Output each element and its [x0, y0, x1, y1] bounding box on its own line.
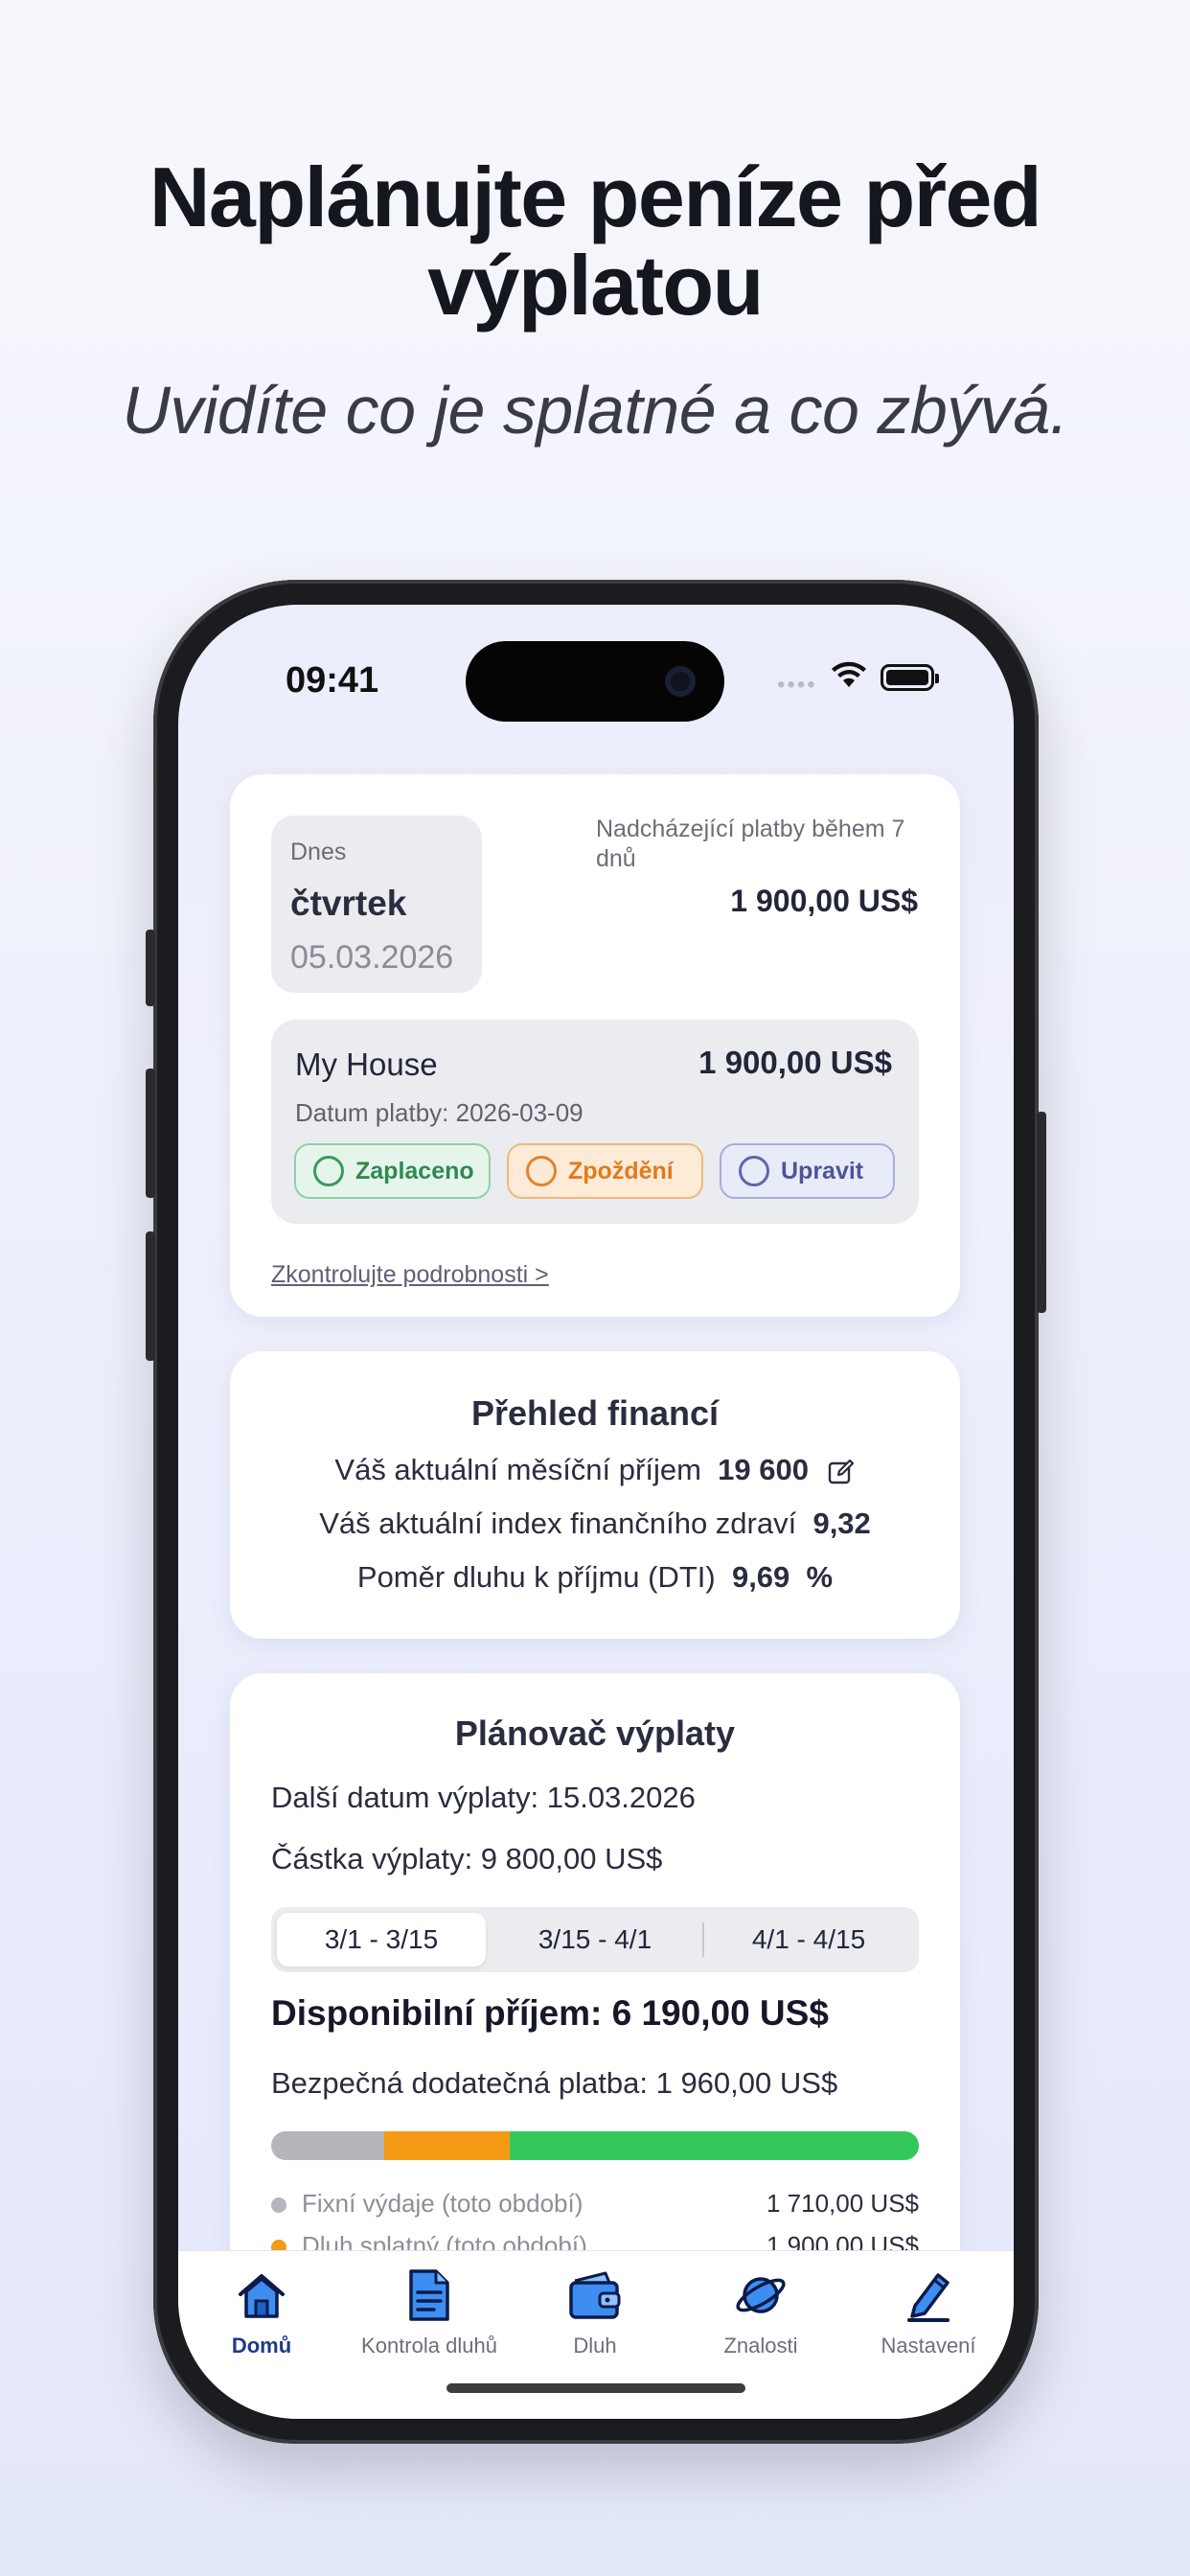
- home-indicator: [446, 2383, 745, 2393]
- upcoming-label: Nadcházející platby během 7 dnů: [596, 816, 905, 872]
- budget-bar: [271, 2131, 919, 2160]
- bill-due-date: Datum platby: 2026-03-09: [295, 1098, 584, 1127]
- tab-label: Kontrola dluhů: [361, 2334, 497, 2358]
- budget-bar-segment: [510, 2131, 919, 2160]
- document-icon: [409, 2269, 449, 2321]
- volume-down-button: [146, 1231, 155, 1361]
- health-row: Váš aktuální index finančního zdraví 9,3…: [230, 1506, 960, 1541]
- hero-subtitle: Uvidíte co je splatné a co zbývá.: [122, 373, 1068, 448]
- planner-card: Plánovač výplaty Další datum výplaty: 15…: [230, 1673, 960, 2287]
- today-box: Dnes čtvrtek 05.03.2026: [271, 816, 482, 993]
- camera-icon: [665, 666, 696, 697]
- mute-switch: [146, 930, 155, 1006]
- paid-button[interactable]: Zaplaceno: [294, 1143, 491, 1199]
- income-label: Váš aktuální měsíční příjem: [334, 1453, 701, 1486]
- safe-extra-payment: Bezpečná dodatečná platba: 1 960,00 US$: [271, 2066, 838, 2100]
- tab-label: Nastavení: [881, 2334, 976, 2358]
- hero-title-line1: Naplánujte peníze před: [149, 150, 1042, 244]
- battery-icon: [881, 664, 939, 691]
- today-label: Dnes: [290, 839, 347, 865]
- pencil-icon: [907, 2273, 950, 2322]
- period-tab-3[interactable]: 4/1 - 4/15: [704, 1913, 913, 1966]
- tab-label: Dluh: [573, 2334, 617, 2358]
- legend-label: Fixní výdaje (toto období): [302, 2189, 584, 2218]
- circle-icon: [526, 1156, 557, 1186]
- status-time: 09:41: [286, 660, 379, 701]
- signal-icon: ••••: [777, 672, 817, 698]
- tab-label: Domů: [231, 2334, 292, 2358]
- app-screen: 09:41 •••• Dnes čtvrtek 05.03.2026 Nadch…: [178, 605, 1014, 2419]
- tab-knowledge[interactable]: Znalosti: [689, 2265, 833, 2358]
- paid-label: Zaplaceno: [355, 1157, 474, 1184]
- tab-home[interactable]: Domů: [190, 2265, 333, 2358]
- tab-settings[interactable]: Nastavení: [857, 2265, 1000, 2358]
- phone-frame: 09:41 •••• Dnes čtvrtek 05.03.2026 Nadch…: [146, 580, 1046, 2444]
- today-day: čtvrtek: [290, 884, 407, 923]
- bill-item: My House 1 900,00 US$ Datum platby: 2026…: [271, 1020, 919, 1224]
- today-date: 05.03.2026: [290, 939, 454, 976]
- bill-name: My House: [295, 1046, 438, 1082]
- period-selector: 3/1 - 3/15 3/15 - 4/1 4/1 - 4/15: [271, 1907, 919, 1972]
- edit-icon[interactable]: [827, 1458, 856, 1486]
- status-bar: 09:41 ••••: [178, 605, 1014, 729]
- planner-title: Plánovač výplaty: [454, 1714, 736, 1753]
- dti-value: 9,69: [731, 1560, 790, 1594]
- circle-icon: [313, 1156, 344, 1186]
- home-icon: [239, 2274, 285, 2318]
- dti-label: Poměr dluhu k příjmu (DTI): [356, 1560, 716, 1594]
- dti-unit: %: [806, 1560, 834, 1594]
- overview-card: Přehled financí Váš aktuální měsíční pří…: [230, 1351, 960, 1639]
- planet-icon: [736, 2277, 786, 2313]
- tab-bar: Domů Kontrola dluhů Dluh Znalosti Nastav…: [178, 2250, 1014, 2419]
- budget-bar-segment: [384, 2131, 511, 2160]
- legend-row-fixed: Fixní výdaje (toto období) 1 710,00 US$: [271, 2189, 919, 2219]
- available-income: Disponibilní příjem: 6 190,00 US$: [271, 1993, 829, 2033]
- legend-dot: [271, 2197, 286, 2214]
- tab-label: Znalosti: [723, 2334, 798, 2358]
- circle-icon: [739, 1156, 769, 1186]
- period-tab-1[interactable]: 3/1 - 3/15: [277, 1913, 486, 1966]
- dynamic-island: [466, 641, 724, 722]
- legend-amount: 1 710,00 US$: [766, 2189, 919, 2218]
- edit-label: Upravit: [781, 1157, 864, 1184]
- period-tab-2[interactable]: 3/15 - 4/1: [491, 1913, 699, 1966]
- details-link[interactable]: Zkontrolujte podrobnosti >: [271, 1261, 549, 1289]
- power-button: [1037, 1112, 1046, 1313]
- bill-amount: 1 900,00 US$: [698, 1045, 892, 1080]
- next-payday: Další datum výplaty: 15.03.2026: [271, 1781, 696, 1814]
- income-value: 19 600: [718, 1453, 809, 1486]
- income-row: Váš aktuální měsíční příjem 19 600: [230, 1453, 960, 1487]
- late-button[interactable]: Zpoždění: [507, 1143, 703, 1199]
- pay-amount: Částka výplaty: 9 800,00 US$: [271, 1842, 663, 1875]
- tab-debt-check[interactable]: Kontrola dluhů: [357, 2265, 501, 2358]
- wallet-icon: [569, 2271, 621, 2319]
- volume-up-button: [146, 1069, 155, 1198]
- budget-bar-segment: [271, 2131, 385, 2160]
- upcoming-amount: 1 900,00 US$: [730, 884, 918, 918]
- hero-title: Naplánujte peníze před výplatou: [0, 153, 1190, 330]
- edit-button[interactable]: Upravit: [720, 1143, 895, 1199]
- late-label: Zpoždění: [568, 1157, 674, 1184]
- health-value: 9,32: [812, 1506, 871, 1540]
- health-label: Váš aktuální index finančního zdraví: [319, 1506, 797, 1540]
- hero-title-line2: výplatou: [427, 238, 764, 333]
- today-card: Dnes čtvrtek 05.03.2026 Nadcházející pla…: [230, 774, 960, 1317]
- wifi-icon: [832, 661, 866, 687]
- overview-title: Přehled financí: [470, 1393, 720, 1433]
- dti-row: Poměr dluhu k příjmu (DTI) 9,69 %: [230, 1560, 960, 1595]
- tab-debt[interactable]: Dluh: [523, 2265, 667, 2358]
